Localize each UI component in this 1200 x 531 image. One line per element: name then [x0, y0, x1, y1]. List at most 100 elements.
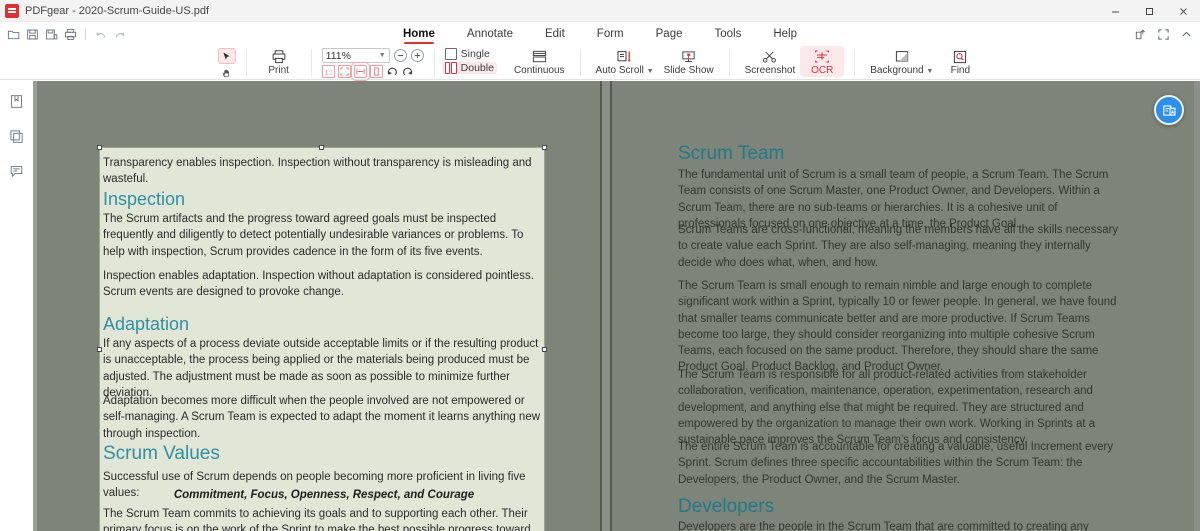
close-button[interactable]	[1166, 0, 1200, 22]
resize-handle-top-center[interactable]	[319, 145, 324, 150]
zoom-level-value: 111%	[325, 49, 351, 62]
right-page-p5: The entire Scrum Team is accountable for…	[678, 441, 1114, 486]
menu-tabs: Home Annotate Edit Form Page Tools Help	[0, 22, 1200, 46]
right-page-heading-developers: Developers	[678, 496, 775, 517]
fit-page-icon[interactable]	[337, 65, 351, 78]
continuous-button[interactable]: Continuous	[509, 46, 570, 77]
print-button[interactable]: Print	[257, 46, 301, 77]
title-bar: PDFgear - 2020-Scrum-Guide-US.pdf	[0, 0, 1200, 22]
right-page-p4: The Scrum Team is responsible for all pr…	[678, 369, 1096, 447]
page-area[interactable]: Transparency enables inspection. Inspect…	[37, 81, 1200, 531]
hand-tool-button[interactable]	[218, 65, 236, 81]
bookmarks-icon[interactable]	[8, 92, 26, 110]
find-label: Find	[950, 65, 971, 76]
screenshot-icon	[761, 47, 778, 66]
quick-access-divider	[85, 28, 86, 40]
tab-tools[interactable]: Tools	[699, 25, 758, 44]
ocr-label: OCR	[811, 65, 834, 76]
left-page-intro: Transparency enables inspection. Inspect…	[103, 157, 532, 186]
left-page-inspection-p2: Inspection enables adaptation. Inspectio…	[103, 270, 534, 299]
ribbon-divider-6	[854, 49, 856, 77]
left-page-values-p2: The Scrum Team commits to achieving its …	[103, 508, 531, 531]
pdf-page-right[interactable]: Scrum Team The fundamental unit of Scrum…	[614, 81, 1200, 531]
collapse-ribbon-icon[interactable]	[1176, 24, 1196, 44]
auto-scroll-button[interactable]: Auto Scroll ▼	[591, 46, 659, 78]
viewer-scrollbar[interactable]	[1194, 81, 1200, 531]
left-page-heading-values: Scrum Values	[103, 443, 220, 464]
double-page-label: Double	[460, 62, 494, 74]
window-controls	[1098, 0, 1200, 22]
ai-assistant-button[interactable]	[1154, 95, 1184, 125]
print-label: Print	[268, 65, 289, 76]
comments-icon[interactable]	[8, 162, 26, 180]
app-logo-icon	[5, 3, 19, 18]
resize-handle-middle-left[interactable]	[97, 347, 102, 352]
double-page-button[interactable]: Double	[441, 62, 497, 74]
actual-size-icon[interactable]: 1:1	[321, 65, 335, 78]
maximize-button[interactable]	[1132, 0, 1166, 22]
tab-help[interactable]: Help	[757, 25, 813, 44]
page-gutter	[600, 81, 612, 531]
zoom-out-button[interactable]	[393, 49, 407, 62]
pdf-viewer: Transparency enables inspection. Inspect…	[0, 81, 1200, 531]
tab-page[interactable]: Page	[640, 25, 699, 44]
right-page-p2: Scrum Teams are cross-functional, meanin…	[678, 224, 1119, 269]
background-icon	[894, 47, 910, 66]
svg-text:1:1: 1:1	[325, 69, 332, 76]
minimize-button[interactable]	[1098, 0, 1132, 22]
save-as-file-icon[interactable]	[43, 26, 60, 43]
ribbon-group-zoom: 111% ▼ 1:1	[316, 46, 430, 81]
continuous-icon	[531, 47, 548, 66]
resize-handle-top-left[interactable]	[97, 145, 102, 150]
thumbnails-icon[interactable]	[8, 127, 26, 145]
open-file-icon[interactable]	[5, 26, 22, 43]
pdf-page-left[interactable]: Transparency enables inspection. Inspect…	[37, 81, 600, 531]
print-quick-icon[interactable]	[62, 26, 79, 43]
fullscreen-icon[interactable]	[1153, 24, 1173, 44]
fit-visible-icon[interactable]	[369, 65, 383, 78]
right-page-heading-scrum-team: Scrum Team	[678, 143, 785, 164]
background-button[interactable]: Background ▼	[865, 46, 938, 78]
slide-show-button[interactable]: Slide Show	[659, 46, 719, 77]
resize-handle-top-right[interactable]	[542, 145, 547, 150]
rotate-left-icon[interactable]	[386, 65, 399, 78]
undo-icon[interactable]	[92, 26, 109, 43]
ribbon-group-pagemode: Single Double	[439, 46, 503, 79]
ocr-button[interactable]: OCR	[800, 46, 845, 77]
auto-scroll-icon	[616, 47, 634, 66]
ribbon-divider-3	[433, 49, 435, 77]
ribbon-group-view: Background ▼ Find	[859, 46, 988, 79]
zoom-level-select[interactable]: 111% ▼	[321, 48, 390, 63]
rotate-right-icon[interactable]	[402, 65, 415, 78]
redo-icon[interactable]	[111, 26, 128, 43]
background-label: Background ▼	[870, 65, 934, 76]
menu-row: Home Annotate Edit Form Page Tools Help	[0, 22, 1200, 46]
right-page-p6: Developers are the people in the Scrum T…	[678, 521, 1089, 531]
single-page-button[interactable]: Single	[444, 48, 497, 60]
slide-show-label: Slide Show	[663, 65, 714, 76]
window-title: PDFgear - 2020-Scrum-Guide-US.pdf	[25, 4, 210, 17]
right-page-p3: The Scrum Team is small enough to remain…	[678, 280, 1117, 374]
left-page-adaptation-p1: If any aspects of a process deviate outs…	[103, 338, 539, 399]
left-sidebar	[0, 81, 33, 531]
share-icon[interactable]	[1130, 24, 1150, 44]
auto-scroll-label: Auto Scroll ▼	[595, 65, 654, 76]
single-page-icon	[444, 48, 457, 60]
screenshot-button[interactable]: Screenshot	[740, 46, 801, 77]
tab-home[interactable]: Home	[387, 25, 451, 44]
tab-form[interactable]: Form	[581, 25, 640, 44]
find-icon	[952, 47, 968, 66]
save-file-icon[interactable]	[24, 26, 41, 43]
left-page-inspection-p1: The Scrum artifacts and the progress tow…	[103, 213, 524, 258]
zoom-in-button[interactable]	[410, 49, 424, 62]
find-button[interactable]: Find	[938, 46, 982, 77]
single-page-label: Single	[460, 48, 490, 60]
ribbon-divider-2	[310, 49, 312, 77]
tab-edit[interactable]: Edit	[529, 25, 581, 44]
slide-show-icon	[680, 47, 697, 66]
fit-width-icon[interactable]	[350, 62, 370, 81]
continuous-label: Continuous	[513, 65, 565, 76]
select-tool-button[interactable]	[217, 48, 236, 64]
tab-annotate[interactable]: Annotate	[451, 25, 529, 44]
ribbon-group-capture: Screenshot OCR	[734, 46, 851, 79]
